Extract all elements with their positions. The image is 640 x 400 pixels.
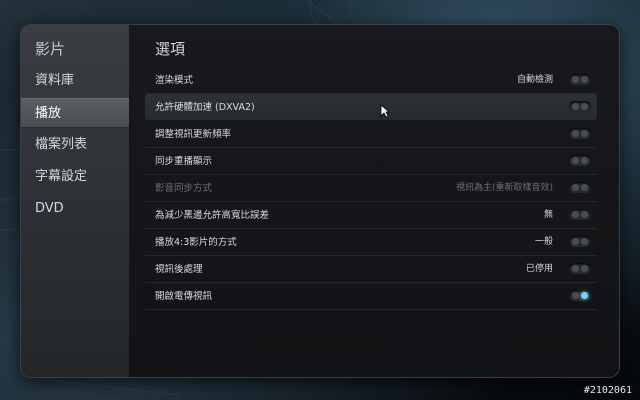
toggle-switch[interactable]: [569, 155, 591, 166]
option-value: 視訊為主(重新取樣音效): [455, 183, 553, 193]
option-sync-playback[interactable]: 同步重播顯示: [145, 148, 597, 175]
option-teletext[interactable]: 開啟電傳視訊: [145, 283, 597, 310]
option-4-3-display-mode[interactable]: 播放4:3影片的方式 一般: [145, 229, 597, 256]
toggle-switch[interactable]: [569, 263, 591, 274]
option-label: 同步重播顯示: [155, 156, 213, 167]
option-value: 已停用: [525, 264, 553, 274]
option-label: 調整視訊更新頻率: [155, 129, 232, 140]
toggle-switch[interactable]: [569, 236, 591, 247]
option-av-sync-method: 影音同步方式 視訊為主(重新取樣音效): [145, 175, 597, 202]
option-value: 一般: [534, 237, 553, 247]
toggle-switch[interactable]: [569, 209, 591, 220]
option-label: 為減少黑邊允許高寬比誤差: [155, 210, 270, 221]
sidebar-title: 影片: [35, 40, 66, 58]
toggle-switch[interactable]: [569, 101, 591, 112]
option-hardware-acceleration[interactable]: 允許硬體加速 (DXVA2): [145, 94, 597, 120]
watermark-id: #2102061: [583, 385, 632, 396]
page-title: 選項: [155, 40, 186, 58]
option-render-method[interactable]: 渲染模式 自動檢測: [145, 67, 597, 94]
option-label: 影音同步方式: [155, 183, 213, 194]
option-label: 開啟電傳視訊: [155, 291, 213, 302]
option-label: 渲染模式: [155, 75, 194, 86]
sidebar: 影片 資料庫 播放 檔案列表 字幕設定 DVD: [21, 25, 129, 377]
toggle-switch[interactable]: [569, 128, 591, 139]
option-value: 自動檢測: [516, 75, 553, 85]
toggle-switch: [569, 182, 591, 193]
mouse-cursor-icon: [380, 104, 390, 118]
option-label: 允許硬體加速 (DXVA2): [155, 102, 255, 113]
settings-dialog: 影片 資料庫 播放 檔案列表 字幕設定 DVD 選項 渲染模式 自動檢測 允許硬…: [21, 25, 619, 377]
option-post-processing[interactable]: 視訊後處理 已停用: [145, 256, 597, 283]
sidebar-item-file-list[interactable]: 檔案列表: [21, 130, 129, 160]
sidebar-item-library[interactable]: 資料庫: [21, 66, 129, 96]
options-panel: 選項 渲染模式 自動檢測 允許硬體加速 (DXVA2) 調整視訊更新頻率 同步重…: [129, 25, 619, 377]
option-label: 播放4:3影片的方式: [155, 237, 237, 248]
toggle-switch[interactable]: [569, 290, 591, 301]
sidebar-item-playback[interactable]: 播放: [21, 98, 129, 128]
sidebar-item-dvd[interactable]: DVD: [21, 194, 129, 224]
sidebar-item-subtitles[interactable]: 字幕設定: [21, 162, 129, 192]
option-value: 無: [543, 210, 553, 220]
toggle-switch[interactable]: [569, 74, 591, 85]
option-aspect-ratio-error[interactable]: 為減少黑邊允許高寬比誤差 無: [145, 202, 597, 229]
option-label: 視訊後處理: [155, 264, 203, 275]
option-adjust-refresh-rate[interactable]: 調整視訊更新頻率: [145, 121, 597, 148]
